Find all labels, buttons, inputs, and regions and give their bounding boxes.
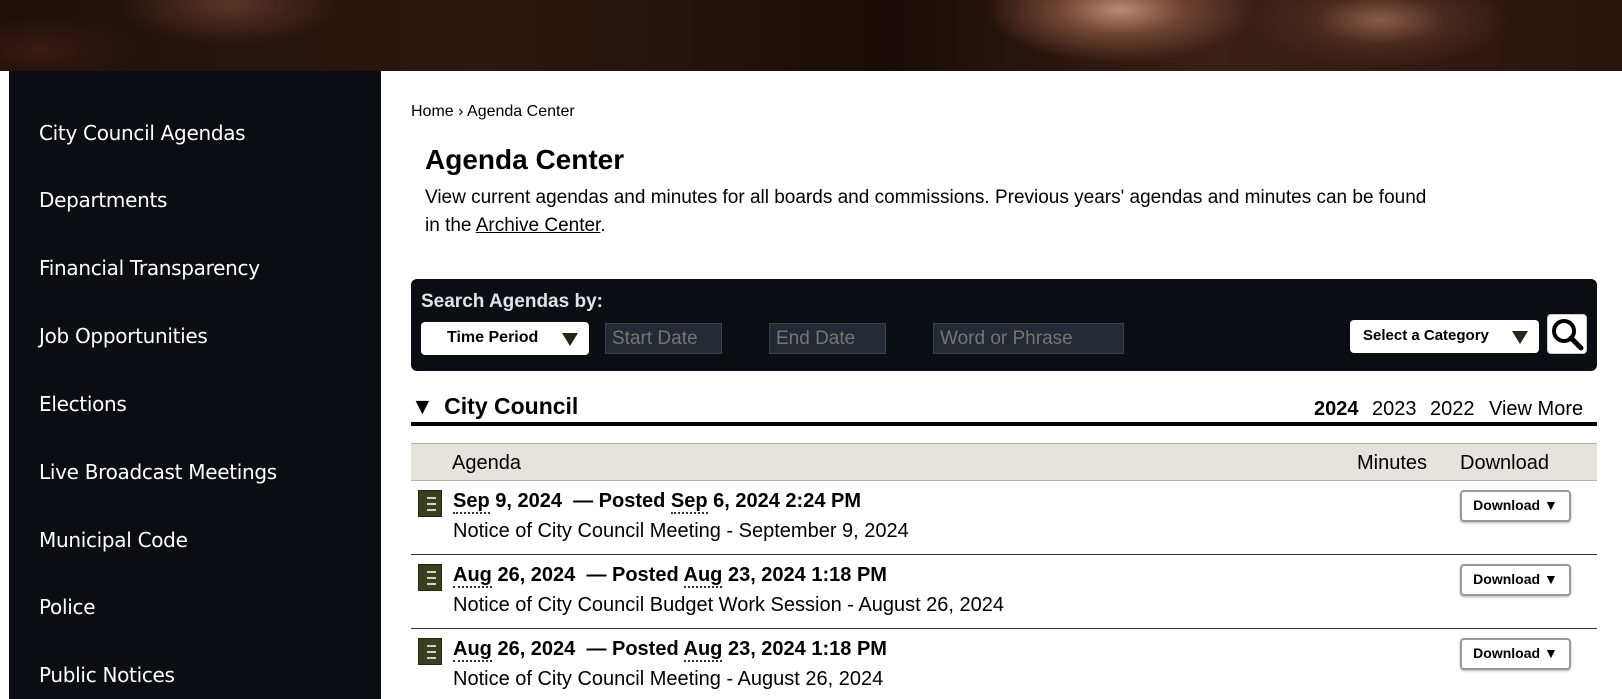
time-period-select[interactable]: Time Period xyxy=(421,322,589,355)
sidebar-item-elections[interactable]: Elections xyxy=(39,392,127,416)
sidebar-nav: City Council Agendas Departments Financi… xyxy=(9,71,381,699)
archive-center-link[interactable]: Archive Center xyxy=(476,215,601,236)
collapse-arrow-icon: ▼ xyxy=(411,393,434,419)
end-date-input[interactable] xyxy=(769,323,886,354)
intro-text-end: . xyxy=(600,215,606,236)
agenda-date-title[interactable]: Aug 26, 2024 — Posted Aug 23, 2024 1:18 … xyxy=(453,564,887,588)
category-title: City Council xyxy=(444,393,579,419)
agenda-description-link[interactable]: Notice of City Council Budget Work Sessi… xyxy=(453,594,1004,617)
column-header-agenda: Agenda xyxy=(452,452,521,474)
word-or-phrase-input[interactable] xyxy=(933,323,1124,354)
category-header[interactable]: ▼ City Council xyxy=(411,393,578,420)
search-label: Search Agendas by: xyxy=(421,291,603,312)
sidebar-item-live-broadcast-meetings[interactable]: Live Broadcast Meetings xyxy=(39,460,277,484)
agenda-date-rest: 26, 2024 xyxy=(491,638,576,660)
sidebar-item-police[interactable]: Police xyxy=(39,595,96,619)
posted-month: Aug xyxy=(683,564,723,588)
start-date-input[interactable] xyxy=(605,323,722,354)
agenda-date-rest: 9, 2024 xyxy=(489,490,562,512)
download-button[interactable]: Download ▼ xyxy=(1460,638,1571,670)
posted-month: Aug xyxy=(683,638,723,662)
table-row: Sep 9, 2024 — Posted Sep 6, 2024 2:24 PM… xyxy=(411,481,1597,555)
agenda-month: Sep xyxy=(453,490,490,514)
view-more-link[interactable]: View More xyxy=(1489,398,1583,421)
posted-label: — Posted xyxy=(586,564,684,586)
category-divider xyxy=(411,422,1597,426)
year-link-2022[interactable]: 2022 xyxy=(1430,398,1475,421)
sidebar-item-city-council-agendas[interactable]: City Council Agendas xyxy=(39,121,246,145)
breadcrumb-home-link[interactable]: Home xyxy=(411,103,454,120)
posted-rest: 23, 2024 1:18 PM xyxy=(722,564,887,586)
posted-rest: 23, 2024 1:18 PM xyxy=(722,638,887,660)
agenda-document-icon xyxy=(418,638,442,665)
chevron-down-icon xyxy=(1512,331,1528,344)
year-link-2024[interactable]: 2024 xyxy=(1314,398,1359,421)
breadcrumb: Home › Agenda Center xyxy=(411,103,575,121)
breadcrumb-current: Agenda Center xyxy=(467,103,575,120)
posted-month: Sep xyxy=(670,490,708,514)
column-header-minutes: Minutes xyxy=(1357,452,1428,474)
page-title: Agenda Center xyxy=(425,144,625,175)
agenda-description-link[interactable]: Notice of City Council Meeting - Septemb… xyxy=(453,520,909,543)
year-link-2023[interactable]: 2023 xyxy=(1372,398,1417,421)
table-row: Aug 26, 2024 — Posted Aug 23, 2024 1:18 … xyxy=(411,629,1597,699)
table-header-row: Agenda Minutes Download xyxy=(411,443,1597,481)
posted-rest: 6, 2024 2:24 PM xyxy=(707,490,862,512)
agenda-document-icon xyxy=(418,564,442,591)
sidebar-item-financial-transparency[interactable]: Financial Transparency xyxy=(39,256,260,280)
column-header-download: Download xyxy=(1460,452,1549,474)
table-row: Aug 26, 2024 — Posted Aug 23, 2024 1:18 … xyxy=(411,555,1597,629)
agenda-month: Aug xyxy=(453,564,492,588)
agenda-description-link[interactable]: Notice of City Council Meeting - August … xyxy=(453,668,883,691)
sidebar-item-departments[interactable]: Departments xyxy=(39,188,167,212)
download-button[interactable]: Download ▼ xyxy=(1460,564,1571,596)
sidebar-item-municipal-code[interactable]: Municipal Code xyxy=(39,528,188,552)
search-button[interactable] xyxy=(1547,314,1587,354)
category-select[interactable]: Select a Category xyxy=(1350,320,1539,353)
intro-text: View current agendas and minutes for all… xyxy=(425,184,1435,240)
time-period-label: Time Period xyxy=(447,329,539,346)
agenda-date-title[interactable]: Sep 9, 2024 — Posted Sep 6, 2024 2:24 PM xyxy=(453,490,862,514)
agenda-document-icon xyxy=(418,490,442,517)
download-button[interactable]: Download ▼ xyxy=(1460,490,1571,522)
search-icon xyxy=(1552,319,1584,351)
agenda-month: Aug xyxy=(453,638,492,662)
sidebar-item-job-opportunities[interactable]: Job Opportunities xyxy=(39,324,208,348)
chevron-down-icon xyxy=(562,333,578,346)
header-banner-image xyxy=(0,0,1622,71)
agenda-date-rest: 26, 2024 xyxy=(491,564,576,586)
breadcrumb-separator: › xyxy=(458,103,464,120)
posted-label: — Posted xyxy=(573,490,671,512)
posted-label: — Posted xyxy=(586,638,684,660)
category-select-label: Select a Category xyxy=(1363,327,1489,344)
sidebar-item-public-notices[interactable]: Public Notices xyxy=(39,663,175,687)
agenda-date-title[interactable]: Aug 26, 2024 — Posted Aug 23, 2024 1:18 … xyxy=(453,638,887,662)
agenda-search-panel: Search Agendas by: Time Period Select a … xyxy=(411,279,1597,371)
